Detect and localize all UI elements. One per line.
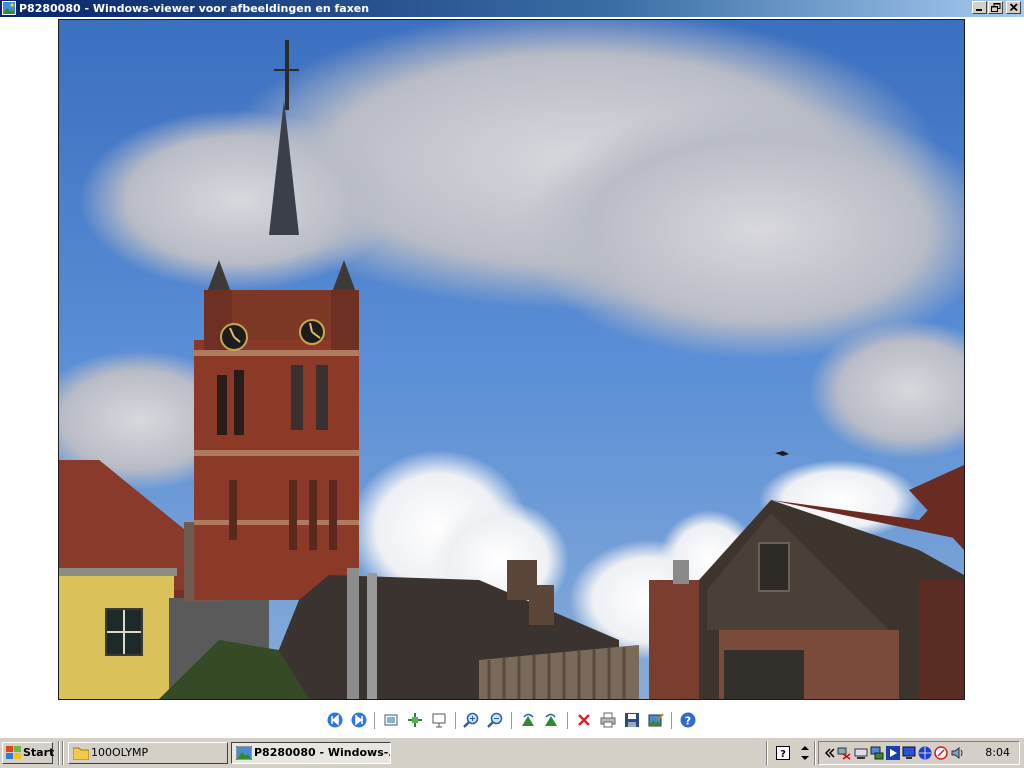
system-tray: 8:04 bbox=[818, 741, 1020, 765]
viewer-toolbar: ? bbox=[0, 709, 1024, 731]
monitor-icon[interactable] bbox=[902, 746, 916, 760]
church-tower-photo bbox=[58, 19, 965, 700]
image-viewer-app-icon bbox=[2, 1, 16, 15]
toolbar-separator bbox=[671, 712, 673, 729]
start-button[interactable]: Start bbox=[2, 742, 55, 764]
svg-text:?: ? bbox=[780, 749, 786, 760]
folder-icon bbox=[73, 747, 89, 760]
media-player-icon[interactable] bbox=[886, 746, 900, 760]
antivirus-icon[interactable] bbox=[934, 746, 948, 760]
close-icon bbox=[1009, 3, 1018, 12]
minimize-icon bbox=[976, 9, 982, 11]
photo-drawing bbox=[59, 20, 964, 699]
edit-icon[interactable] bbox=[648, 712, 664, 728]
taskbar-separator bbox=[58, 741, 60, 765]
network-connection-icon[interactable] bbox=[854, 746, 868, 760]
rotate-counterclockwise-icon[interactable] bbox=[543, 712, 559, 728]
task-label: 100OLYMP bbox=[91, 746, 149, 759]
next-image-icon[interactable] bbox=[351, 712, 367, 728]
window-title: P8280080 - Windows-viewer voor afbeeldin… bbox=[19, 2, 370, 15]
show-hidden-icons-chevron-icon[interactable] bbox=[823, 746, 837, 760]
window-title-bar[interactable]: P8280080 - Windows-viewer voor afbeeldin… bbox=[0, 0, 1024, 17]
globe-icon[interactable] bbox=[918, 746, 932, 760]
task-label: P8280080 - Windows-... bbox=[254, 746, 391, 759]
save-icon[interactable] bbox=[624, 712, 640, 728]
taskbar-button-image-viewer[interactable]: P8280080 - Windows-... bbox=[231, 742, 391, 764]
windows-logo-icon bbox=[6, 746, 21, 759]
image-viewer-icon bbox=[236, 746, 252, 760]
close-button[interactable] bbox=[1006, 1, 1021, 14]
help-toolbar-icon[interactable]: ? bbox=[776, 746, 790, 760]
taskbar-separator bbox=[766, 741, 768, 765]
language-bar-arrows-icon[interactable] bbox=[799, 744, 811, 762]
taskbar: Start 100OLYMP P8280080 - Windows-... ? … bbox=[0, 737, 1024, 768]
toolbar-separator bbox=[374, 712, 376, 729]
computer-network-icon[interactable] bbox=[870, 746, 884, 760]
image-viewer-area: ? bbox=[0, 17, 1024, 736]
zoom-out-icon[interactable] bbox=[487, 712, 503, 728]
zoom-in-icon[interactable] bbox=[463, 712, 479, 728]
svg-text:?: ? bbox=[685, 715, 691, 728]
system-clock[interactable]: 8:04 bbox=[985, 746, 1010, 759]
taskbar-separator bbox=[62, 741, 64, 765]
taskbar-separator bbox=[814, 741, 816, 765]
start-label: Start bbox=[23, 746, 55, 759]
rotate-clockwise-icon[interactable] bbox=[520, 712, 536, 728]
network-disconnected-icon[interactable] bbox=[837, 746, 851, 760]
toolbar-separator bbox=[567, 712, 569, 729]
taskbar-button-100olymp[interactable]: 100OLYMP bbox=[68, 742, 228, 764]
best-fit-icon[interactable] bbox=[383, 712, 399, 728]
help-icon[interactable]: ? bbox=[680, 712, 696, 728]
toolbar-separator bbox=[511, 712, 513, 729]
volume-icon[interactable] bbox=[950, 746, 964, 760]
delete-icon[interactable] bbox=[576, 712, 592, 728]
restore-button[interactable] bbox=[988, 1, 1003, 14]
restore-icon bbox=[991, 3, 1001, 12]
print-icon[interactable] bbox=[600, 712, 616, 728]
actual-size-icon[interactable] bbox=[407, 712, 423, 728]
previous-image-icon[interactable] bbox=[327, 712, 343, 728]
slideshow-icon[interactable] bbox=[431, 712, 447, 728]
toolbar-separator bbox=[455, 712, 457, 729]
minimize-button[interactable] bbox=[972, 1, 987, 14]
